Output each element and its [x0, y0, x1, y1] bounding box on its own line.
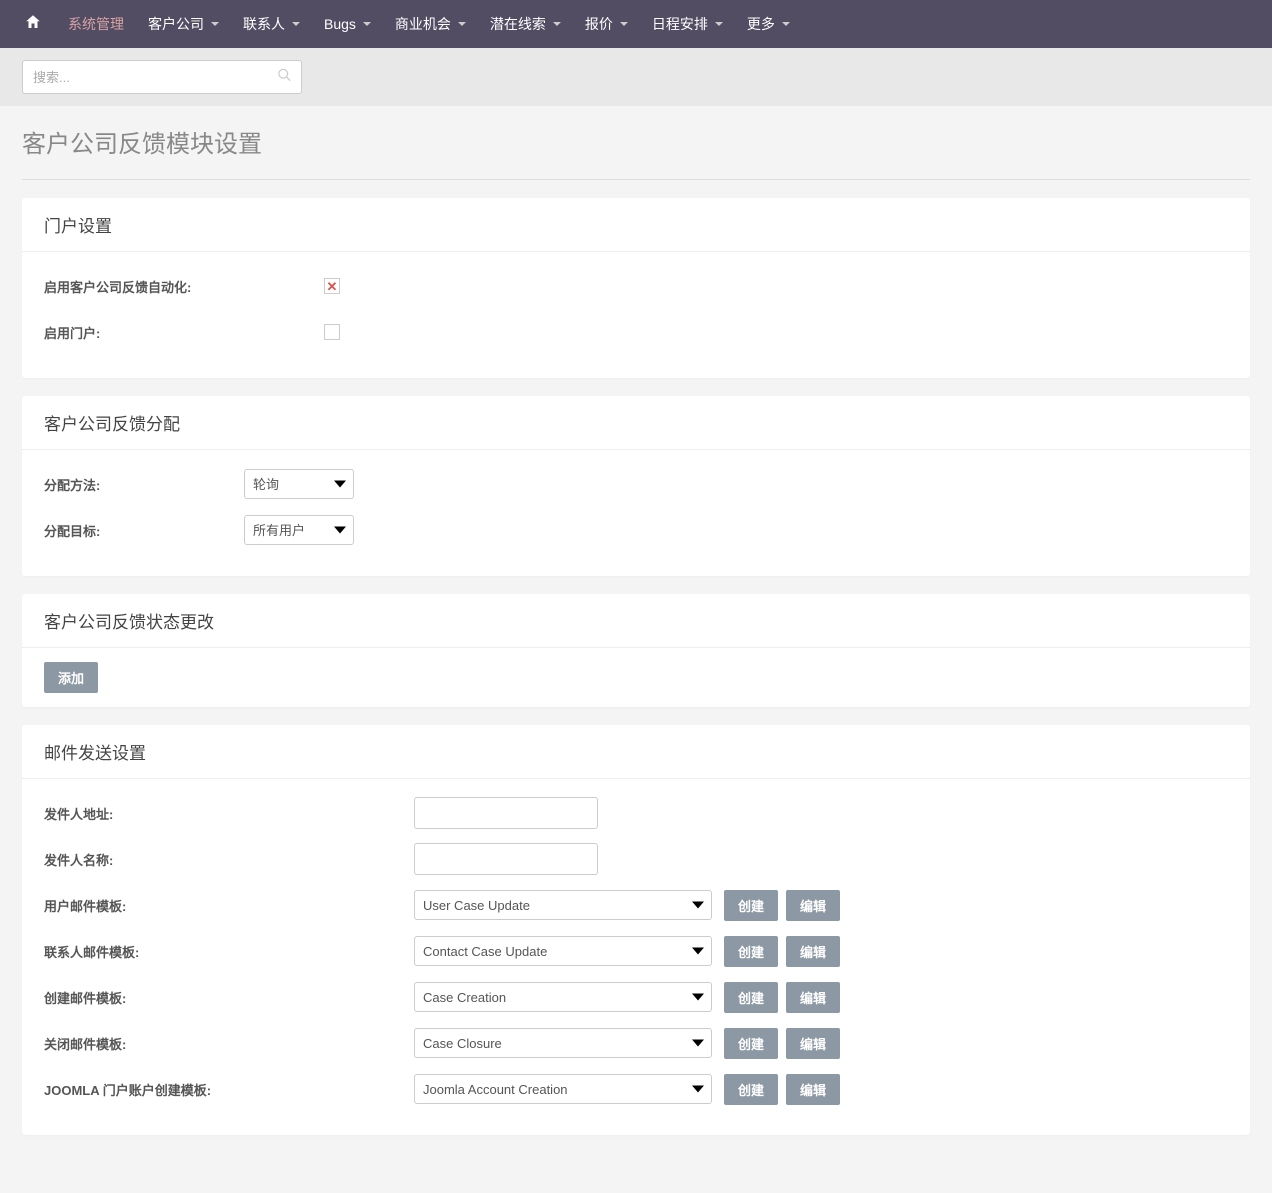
template-label: JOOMLA 门户账户创建模板:: [44, 1080, 414, 1099]
nav-item-label: 潜在线索: [490, 0, 546, 48]
chevron-down-icon: [363, 22, 371, 26]
nav-item-label: 系统管理: [68, 0, 124, 48]
nav-item-label: Bugs: [324, 0, 356, 48]
template-select[interactable]: User Case Update: [414, 890, 712, 920]
create-button[interactable]: 创建: [724, 1074, 778, 1105]
top-nav: 系统管理客户公司联系人 Bugs 商业机会潜在线索报价日程安排更多: [0, 0, 1272, 48]
nav-item-1[interactable]: 客户公司: [136, 0, 231, 48]
assign-target-select[interactable]: 所有用户: [244, 515, 354, 545]
add-button[interactable]: 添加: [44, 662, 98, 693]
template-button-row: 创建编辑: [724, 1028, 840, 1059]
enable-portal-label: 启用门户:: [44, 323, 324, 342]
create-button[interactable]: 创建: [724, 936, 778, 967]
template-select-wrap: Case Creation: [414, 982, 712, 1012]
nav-item-label: 报价: [585, 0, 613, 48]
nav-item-label: 联系人: [243, 0, 285, 48]
nav-item-2[interactable]: 联系人: [231, 0, 312, 48]
template-button-row: 创建编辑: [724, 890, 840, 921]
edit-button[interactable]: 编辑: [786, 1028, 840, 1059]
edit-button[interactable]: 编辑: [786, 982, 840, 1013]
assignment-header: 客户公司反馈分配: [22, 396, 1250, 450]
portal-settings-panel: 门户设置 启用客户公司反馈自动化: ✕ 启用门户:: [22, 198, 1250, 378]
enable-auto-checkbox[interactable]: ✕: [324, 278, 340, 294]
template-row: JOOMLA 门户账户创建模板:Joomla Account Creation 创…: [44, 1069, 1228, 1109]
search-box: [22, 60, 302, 94]
template-select-wrap: Case Closure: [414, 1028, 712, 1058]
search-input[interactable]: [22, 60, 302, 94]
nav-item-label: 商业机会: [395, 0, 451, 48]
nav-item-6[interactable]: 报价: [573, 0, 640, 48]
create-button[interactable]: 创建: [724, 890, 778, 921]
template-label: 联系人邮件模板:: [44, 942, 414, 961]
nav-item-0[interactable]: 系统管理: [56, 0, 136, 48]
nav-item-label: 日程安排: [652, 0, 708, 48]
template-button-row: 创建编辑: [724, 936, 840, 967]
x-icon: ✕: [327, 280, 338, 293]
template-select-wrap: Contact Case Update: [414, 936, 712, 966]
nav-item-7[interactable]: 日程安排: [640, 0, 735, 48]
template-label: 创建邮件模板:: [44, 988, 414, 1007]
chevron-down-icon: [458, 22, 466, 26]
search-bar-area: [0, 48, 1272, 106]
template-select-wrap: User Case Update: [414, 890, 712, 920]
home-icon[interactable]: [10, 13, 56, 36]
assignment-panel: 客户公司反馈分配 分配方法: 轮询 分配目标: 所有用户: [22, 396, 1250, 576]
template-select-wrap: Joomla Account Creation: [414, 1074, 712, 1104]
page-content: 客户公司反馈模块设置 门户设置 启用客户公司反馈自动化: ✕ 启用门户: 客户公…: [0, 106, 1272, 1193]
enable-portal-checkbox[interactable]: [324, 324, 340, 340]
template-select[interactable]: Case Closure: [414, 1028, 712, 1058]
email-settings-panel: 邮件发送设置 发件人地址: 发件人名称: 用户邮件模板:User Case Up…: [22, 725, 1250, 1135]
nav-item-8[interactable]: 更多: [735, 0, 802, 48]
nav-item-3[interactable]: Bugs: [312, 0, 383, 48]
portal-settings-header: 门户设置: [22, 198, 1250, 252]
template-select[interactable]: Case Creation: [414, 982, 712, 1012]
chevron-down-icon: [620, 22, 628, 26]
from-name-input[interactable]: [414, 843, 598, 875]
template-label: 用户邮件模板:: [44, 896, 414, 915]
state-change-header: 客户公司反馈状态更改: [22, 594, 1250, 648]
template-row: 创建邮件模板:Case Creation 创建编辑: [44, 977, 1228, 1017]
template-row: 用户邮件模板:User Case Update 创建编辑: [44, 885, 1228, 925]
edit-button[interactable]: 编辑: [786, 936, 840, 967]
chevron-down-icon: [715, 22, 723, 26]
edit-button[interactable]: 编辑: [786, 890, 840, 921]
template-select[interactable]: Joomla Account Creation: [414, 1074, 712, 1104]
create-button[interactable]: 创建: [724, 982, 778, 1013]
assign-method-select[interactable]: 轮询: [244, 469, 354, 499]
from-addr-input[interactable]: [414, 797, 598, 829]
from-addr-label: 发件人地址:: [44, 804, 414, 823]
chevron-down-icon: [292, 22, 300, 26]
template-label: 关闭邮件模板:: [44, 1034, 414, 1053]
create-button[interactable]: 创建: [724, 1028, 778, 1059]
nav-item-label: 更多: [747, 0, 775, 48]
search-icon[interactable]: [277, 68, 292, 87]
template-button-row: 创建编辑: [724, 982, 840, 1013]
template-button-row: 创建编辑: [724, 1074, 840, 1105]
template-row: 关闭邮件模板:Case Closure 创建编辑: [44, 1023, 1228, 1063]
nav-item-label: 客户公司: [148, 0, 204, 48]
template-select[interactable]: Contact Case Update: [414, 936, 712, 966]
chevron-down-icon: [782, 22, 790, 26]
email-settings-header: 邮件发送设置: [22, 725, 1250, 779]
page-title: 客户公司反馈模块设置: [22, 106, 1250, 180]
assign-target-label: 分配目标:: [44, 521, 244, 540]
state-change-panel: 客户公司反馈状态更改 添加: [22, 594, 1250, 707]
enable-auto-label: 启用客户公司反馈自动化:: [44, 277, 324, 296]
assign-target-select-wrap: 所有用户: [244, 515, 354, 545]
assign-method-label: 分配方法:: [44, 475, 244, 494]
edit-button[interactable]: 编辑: [786, 1074, 840, 1105]
template-row: 联系人邮件模板:Contact Case Update 创建编辑: [44, 931, 1228, 971]
from-name-label: 发件人名称:: [44, 850, 414, 869]
nav-item-4[interactable]: 商业机会: [383, 0, 478, 48]
chevron-down-icon: [211, 22, 219, 26]
assign-method-select-wrap: 轮询: [244, 469, 354, 499]
nav-item-5[interactable]: 潜在线索: [478, 0, 573, 48]
chevron-down-icon: [553, 22, 561, 26]
